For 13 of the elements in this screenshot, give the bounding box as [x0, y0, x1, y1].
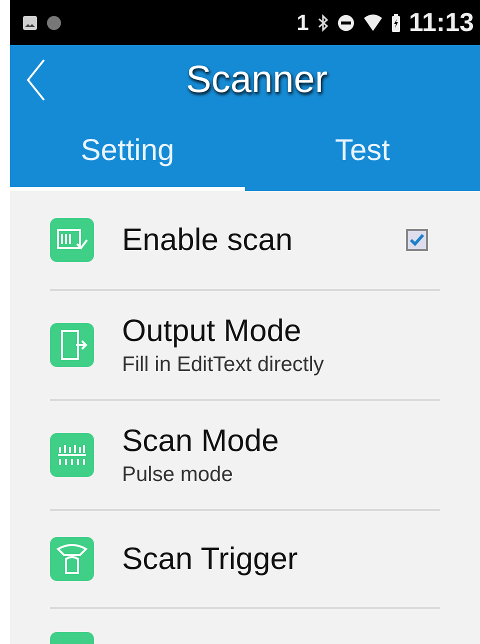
setting-title: Output Mode: [122, 313, 302, 349]
setting-title: Enable scan: [122, 222, 294, 258]
settings-row[interactable]: Enable scan: [50, 191, 440, 291]
settings-row[interactable]: Output Mode Fill in EditText directly: [50, 291, 440, 401]
setting-summary: Pulse mode: [122, 463, 234, 487]
settings-row[interactable]: Scan Trigger: [50, 511, 440, 609]
setting-title: Scan Trigger: [122, 541, 299, 577]
clock-time: 11:13: [408, 7, 474, 38]
setting-summary: Fill in EditText directly: [122, 353, 325, 377]
settings-row[interactable]: Scan Mode Pulse mode: [50, 401, 440, 511]
screen-title: Scanner: [186, 58, 328, 102]
sim-slot-number: 1: [296, 10, 309, 36]
setting-title: Scan Mode: [122, 423, 280, 459]
